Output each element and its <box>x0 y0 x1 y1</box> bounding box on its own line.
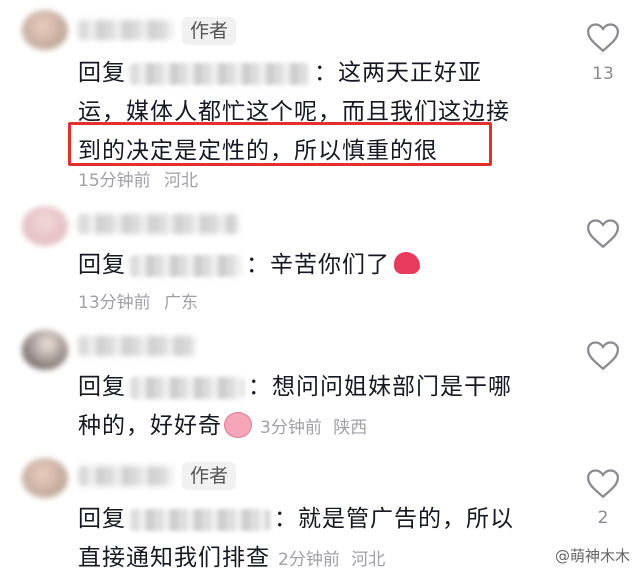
reply-username-blurred[interactable] <box>130 254 242 277</box>
location: 河北 <box>351 550 386 570</box>
heart-icon[interactable] <box>586 340 620 372</box>
like-count: 2 <box>597 508 609 528</box>
username-blurred[interactable] <box>78 214 238 234</box>
avatar[interactable] <box>22 206 68 246</box>
reply-username-blurred[interactable] <box>130 376 244 399</box>
heart-icon[interactable] <box>586 218 620 250</box>
timestamp: 2分钟前 <box>278 550 340 570</box>
timestamp: 3分钟前 <box>260 418 322 438</box>
reply-label: 回复 <box>78 374 126 400</box>
username-blurred[interactable] <box>78 466 174 486</box>
reply-label: 回复 <box>78 506 126 532</box>
username-blurred[interactable] <box>78 20 174 40</box>
comment-text: 回复 ：辛苦你们了 <box>78 246 558 285</box>
avatar[interactable] <box>22 330 68 370</box>
reply-username-blurred[interactable] <box>130 62 310 85</box>
watermark: @萌神木木 <box>554 547 630 565</box>
muscle-emoji-icon <box>394 251 420 274</box>
reply-label: 回复 <box>78 60 126 86</box>
author-badge: 作者 <box>182 17 237 45</box>
timestamp: 15分钟前 <box>78 171 151 191</box>
location: 陕西 <box>333 418 368 438</box>
timestamp: 13分钟前 <box>78 293 151 313</box>
avatar[interactable] <box>22 458 68 498</box>
comment-text: 回复 ：就是管广告的，所以 直接通知我们排查 2分钟前 河北 <box>78 506 514 571</box>
heart-icon[interactable] <box>586 468 620 500</box>
comment-text: 回复 ：想问问姐妹部门是干哪 种的，好好奇 3分钟前 陕西 <box>78 374 512 439</box>
author-badge: 作者 <box>182 462 237 490</box>
surprised-face-emoji-icon <box>224 411 252 438</box>
location: 广东 <box>164 293 199 313</box>
avatar[interactable] <box>22 10 68 50</box>
location: 河北 <box>164 171 199 191</box>
reply-label: 回复 <box>78 252 126 278</box>
highlight-box <box>68 122 492 166</box>
comment-meta: 13分钟前 广东 <box>78 288 198 313</box>
heart-icon[interactable] <box>586 22 620 54</box>
like-count: 13 <box>592 64 614 84</box>
reply-username-blurred[interactable] <box>130 508 270 531</box>
comment-meta: 15分钟前 河北 <box>78 166 198 191</box>
username-blurred[interactable] <box>78 336 196 356</box>
